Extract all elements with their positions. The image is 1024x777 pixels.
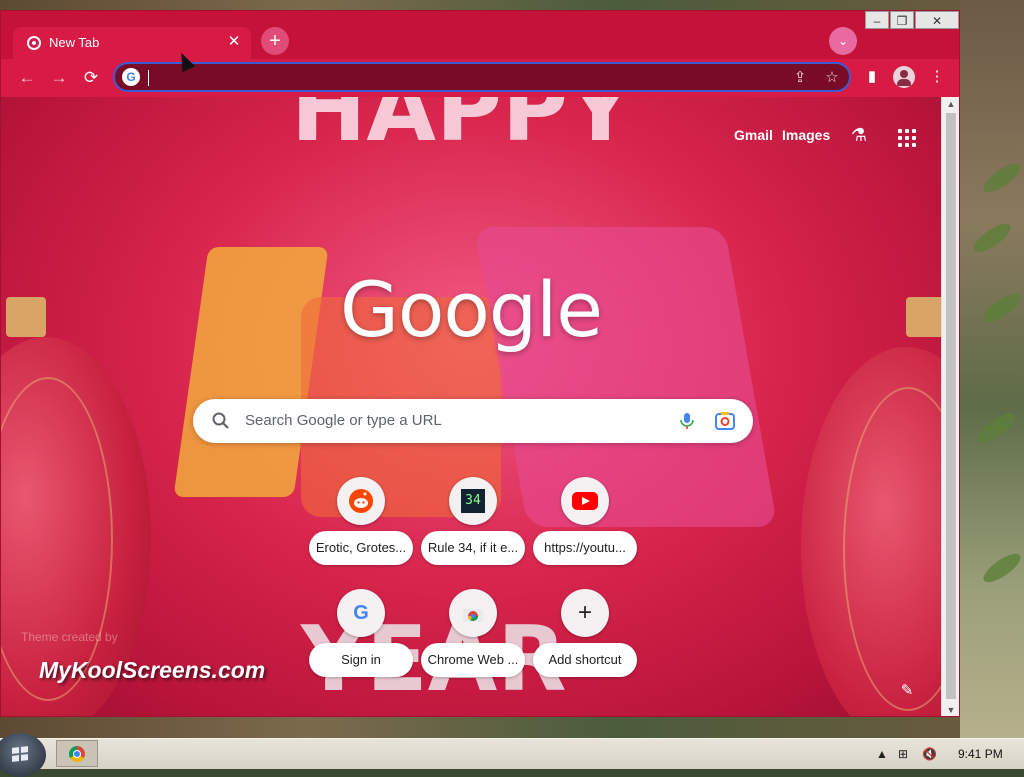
scroll-up-arrow-icon[interactable]: ▲ [942,97,959,111]
google-icon: G [337,589,385,637]
fern-leaf [979,288,1024,328]
reload-button[interactable]: ⟳ [80,67,102,89]
search-icon [212,412,229,429]
browser-toolbar: ← → ⟳ G ⇪ ☆ ▮ ⋮ [1,59,959,97]
tab-title: New Tab [49,35,100,50]
shortcut-tile[interactable]: G Sign in [309,589,413,689]
text-caret [148,70,149,86]
side-panel-icon[interactable]: ▮ [860,65,884,89]
fern-leaf [979,158,1024,198]
images-link[interactable]: Images [782,127,830,143]
youtube-icon [561,477,609,525]
shortcut-tile[interactable]: https://youtu... [533,477,637,577]
google-logo: Google [339,265,603,354]
maximize-button[interactable]: ❐ [890,11,914,29]
windows-logo-icon [12,746,28,762]
shortcut-label: Rule 34, if it e... [421,531,525,565]
tab-new-tab[interactable]: New Tab ✕ [13,27,251,59]
fern-leaf [969,218,1015,258]
labs-flask-icon[interactable]: ⚗ [847,125,871,149]
taskbar-chrome-button[interactable] [56,740,98,767]
shortcut-label: Erotic, Grotes... [309,531,413,565]
profile-avatar-icon[interactable] [893,66,915,88]
apps-grid-icon[interactable] [898,129,916,147]
microphone-icon[interactable] [677,411,697,431]
bookmark-star-icon[interactable]: ☆ [821,67,843,89]
search-box[interactable]: Search Google or type a URL [193,399,753,443]
tab-close-icon[interactable]: ✕ [225,33,243,51]
chrome-favicon-icon [27,36,41,50]
add-shortcut-tile[interactable]: + Add shortcut [533,589,637,689]
shortcut-tile[interactable]: Chrome Web ... [421,589,525,689]
shortcut-label: Chrome Web ... [421,643,525,677]
new-tab-button[interactable]: + [261,27,289,55]
vertical-scrollbar[interactable]: ▲ ▼ [941,97,959,716]
customize-pencil-icon[interactable]: ✎ [897,681,917,701]
forward-button[interactable]: → [48,67,70,89]
theme-credit-caption: Theme created by [21,630,118,644]
shortcut-tile[interactable]: Erotic, Grotes... [309,477,413,577]
gmail-link[interactable]: Gmail [734,127,773,143]
plus-icon: + [561,589,609,637]
share-icon[interactable]: ⇪ [789,67,811,89]
shortcut-tile[interactable]: 34 Rule 34, if it e... [421,477,525,577]
chrome-webstore-icon [449,589,497,637]
reddit-icon [337,477,385,525]
fern-leaf [979,548,1024,588]
close-window-button[interactable]: ✕ [915,11,959,29]
chrome-icon [69,746,85,762]
new-tab-page: HAPPY YEAR Gmail Images ⚗ Google Search … [1,97,941,716]
search-placeholder: Search Google or type a URL [245,412,442,429]
browser-window: New Tab ✕ + ⌄ – ❐ ✕ ← → ⟳ G ⇪ ☆ ▮ ⋮ HAPP… [0,10,960,717]
scrollbar-thumb[interactable] [946,113,956,699]
network-icon[interactable]: ⊞ [898,747,908,761]
scroll-down-arrow-icon[interactable]: ▼ [942,703,959,716]
ornament-right [801,347,941,716]
google-lens-icon[interactable] [714,411,736,431]
taskbar: ▲ ⊞ 🔇 9:41 PM [0,733,1024,777]
theme-credit-link[interactable]: MyKoolScreens.com [39,657,265,684]
shortcut-label: Add shortcut [533,643,637,677]
tray-expand-icon[interactable]: ▲ [876,747,888,761]
minimize-button[interactable]: – [865,11,889,29]
rule34-icon: 34 [449,477,497,525]
volume-muted-icon[interactable]: 🔇 [922,747,937,761]
happy-lettering: HAPPY [291,97,634,162]
google-icon: G [122,68,140,86]
tab-strip: New Tab ✕ + ⌄ – ❐ ✕ [1,11,959,59]
shortcut-label: https://youtu... [533,531,637,565]
desktop-plant-area [960,0,1024,738]
back-button[interactable]: ← [16,67,38,89]
menu-dots-icon[interactable]: ⋮ [925,65,949,89]
clock[interactable]: 9:41 PM [958,747,1003,761]
fern-leaf [973,408,1019,448]
start-button[interactable] [0,733,46,777]
tab-search-button[interactable]: ⌄ [829,27,857,55]
address-bar[interactable]: G ⇪ ☆ [113,62,851,92]
shortcut-label: Sign in [309,643,413,677]
